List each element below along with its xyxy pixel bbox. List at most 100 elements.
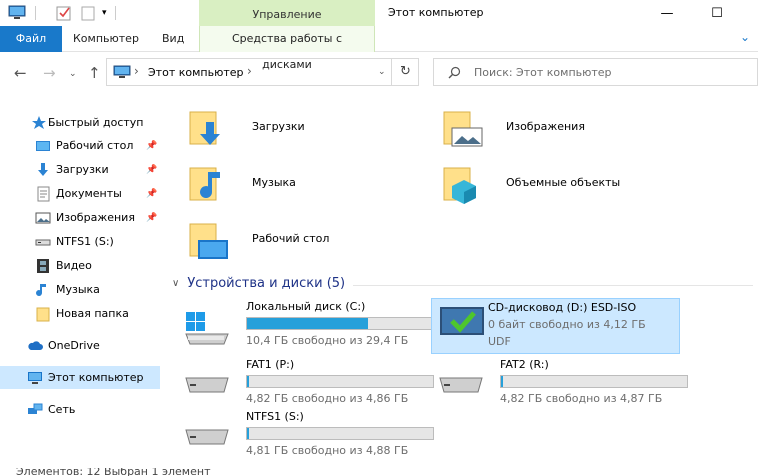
music-folder-icon [189,167,220,201]
sidebar-item-label: Изображения [56,211,135,224]
drive-icon [185,377,229,393]
drive-name: FAT1 (P:) [246,358,295,371]
drives-group-header[interactable]: ∨ Устройства и диски (5) [172,276,345,291]
context-tab-group: Управление [199,0,375,26]
folder-label: Объемные объекты [506,176,621,189]
navigation-pane: Быстрый доступ Рабочий стол 📌 Загрузки 📌… [0,100,160,476]
drive-name: FAT2 (R:) [500,358,549,371]
pin-icon[interactable]: 📌 [146,165,157,175]
refresh-icon: ↻ [400,64,411,79]
up-icon[interactable]: ↑ [88,64,101,82]
pin-icon[interactable]: 📌 [146,213,157,223]
drive-usage-bar [246,427,434,440]
minimize-button[interactable]: — [644,0,690,26]
search-input[interactable]: Поиск: Этот компьютер [474,66,612,79]
drive-usage-fill [247,318,368,329]
computer-icon [28,371,42,384]
content-pane: Загрузки Изображения Музыка Объемные объ… [168,100,758,476]
sidebar-item-label: Видео [56,259,92,272]
drive-c[interactable]: Локальный диск (C:) 10,4 ГБ свободно из … [182,298,434,354]
folder-downloads[interactable]: Загрузки [186,106,426,158]
folder-music[interactable]: Музыка [186,162,426,214]
drive-free-space: 4,82 ГБ свободно из 4,86 ГБ [246,392,409,405]
cd-drive-icon [440,307,484,335]
sidebar-item-label: Этот компьютер [48,371,144,384]
windows-drive-icon [185,312,229,345]
drive-filesystem: UDF [488,335,511,348]
pin-icon[interactable]: 📌 [146,141,157,151]
quick-access-toolbar: ▾ [8,4,116,22]
drive-name: NTFS1 (S:) [246,410,304,423]
drive-r[interactable]: FAT2 (R:) 4,82 ГБ свободно из 4,87 ГБ [436,356,688,412]
drive-icon [185,429,229,445]
breadcrumb-this-pc[interactable]: Этот компьютер [148,66,244,79]
drive-usage-fill [501,376,503,387]
sidebar-item-music[interactable]: Музыка [0,278,160,301]
ribbon-expand-icon[interactable]: ⌄ [740,30,750,44]
folder-3d-objects[interactable]: Объемные объекты [440,162,700,214]
tab-computer[interactable]: Компьютер [64,26,148,52]
sidebar-item-downloads[interactable]: Загрузки 📌 [0,158,160,181]
sidebar-item-onedrive[interactable]: OneDrive [0,334,160,357]
back-icon[interactable]: ← [14,64,27,82]
drive-free-space: 0 байт свободно из 4,12 ГБ [488,318,646,331]
drive-icon [439,377,483,393]
new-folder-icon[interactable] [80,5,96,21]
sidebar-item-label: OneDrive [48,339,100,352]
refresh-button[interactable]: ↻ [391,59,419,85]
pin-icon[interactable]: 📌 [146,189,157,199]
sidebar-item-ntfs1[interactable]: NTFS1 (S:) [0,230,160,253]
music-icon [36,283,46,296]
desktop-folder-icon [189,223,228,259]
forward-icon[interactable]: → [43,64,56,82]
chevron-down-icon[interactable]: ∨ [172,278,179,289]
window-title: Этот компьютер [388,6,484,19]
search-icon [448,66,461,79]
tab-disk-tools[interactable]: Средства работы с дисками [199,26,375,71]
drive-usage-fill [247,428,249,439]
drive-free-space: 10,4 ГБ свободно из 29,4 ГБ [246,334,409,347]
sidebar-item-label: Рабочий стол [56,139,134,152]
sidebar-item-network[interactable]: Сеть [0,398,160,421]
download-folder-icon [189,111,220,145]
tab-file[interactable]: Файл [0,26,62,52]
tab-view[interactable]: Вид [153,26,193,52]
drive-usage-bar [246,317,434,330]
drive-d[interactable]: CD-дисковод (D:) ESD-ISO 0 байт свободно… [431,298,680,354]
computer-icon[interactable] [8,5,26,21]
drive-usage-bar [500,375,688,388]
drive-free-space: 4,82 ГБ свободно из 4,87 ГБ [500,392,663,405]
star-icon [32,115,46,129]
sidebar-item-desktop[interactable]: Рабочий стол 📌 [0,134,160,157]
sidebar-item-this-pc[interactable]: Этот компьютер [0,366,160,389]
group-title: Устройства и диски (5) [187,276,346,291]
sidebar-item-pictures[interactable]: Изображения 📌 [0,206,160,229]
search-box[interactable]: Поиск: Этот компьютер [433,58,758,86]
sidebar-item-videos[interactable]: Видео [0,254,160,277]
drive-s[interactable]: NTFS1 (S:) 4,81 ГБ свободно из 4,88 ГБ [182,408,434,464]
folder-desktop[interactable]: Рабочий стол [186,218,426,270]
sidebar-item-new-folder[interactable]: Новая папка [0,302,160,325]
network-icon [28,403,43,414]
qa-dropdown-icon[interactable]: ▾ [102,8,107,18]
breadcrumb-separator[interactable]: › [134,64,139,78]
sidebar-item-label: Документы [56,187,122,200]
maximize-button[interactable]: ☐ [694,0,740,26]
sidebar-item-documents[interactable]: Документы 📌 [0,182,160,205]
sidebar-item-label: Быстрый доступ [48,116,144,129]
folder-label: Изображения [506,120,585,133]
title-bar: ▾ Управление Этот компьютер — ☐ [0,0,758,26]
drive-usage-bar [246,375,434,388]
address-dropdown-icon[interactable]: ⌄ [378,67,386,77]
drive-usage-fill [247,376,249,387]
pictures-icon [35,212,51,223]
drive-free-space: 4,81 ГБ свободно из 4,88 ГБ [246,444,409,457]
properties-icon[interactable] [56,5,72,21]
folder-pictures[interactable]: Изображения [440,106,700,158]
breadcrumb-separator[interactable]: › [247,64,252,78]
address-bar[interactable]: › Этот компьютер › ⌄ [106,58,419,86]
sidebar-item-quick-access[interactable]: Быстрый доступ [0,111,160,134]
drive-p[interactable]: FAT1 (P:) 4,82 ГБ свободно из 4,86 ГБ [182,356,434,412]
recent-locations-icon[interactable]: ⌄ [69,69,77,79]
status-text: Элементов: 12 Выбран 1 элемент [16,468,211,476]
